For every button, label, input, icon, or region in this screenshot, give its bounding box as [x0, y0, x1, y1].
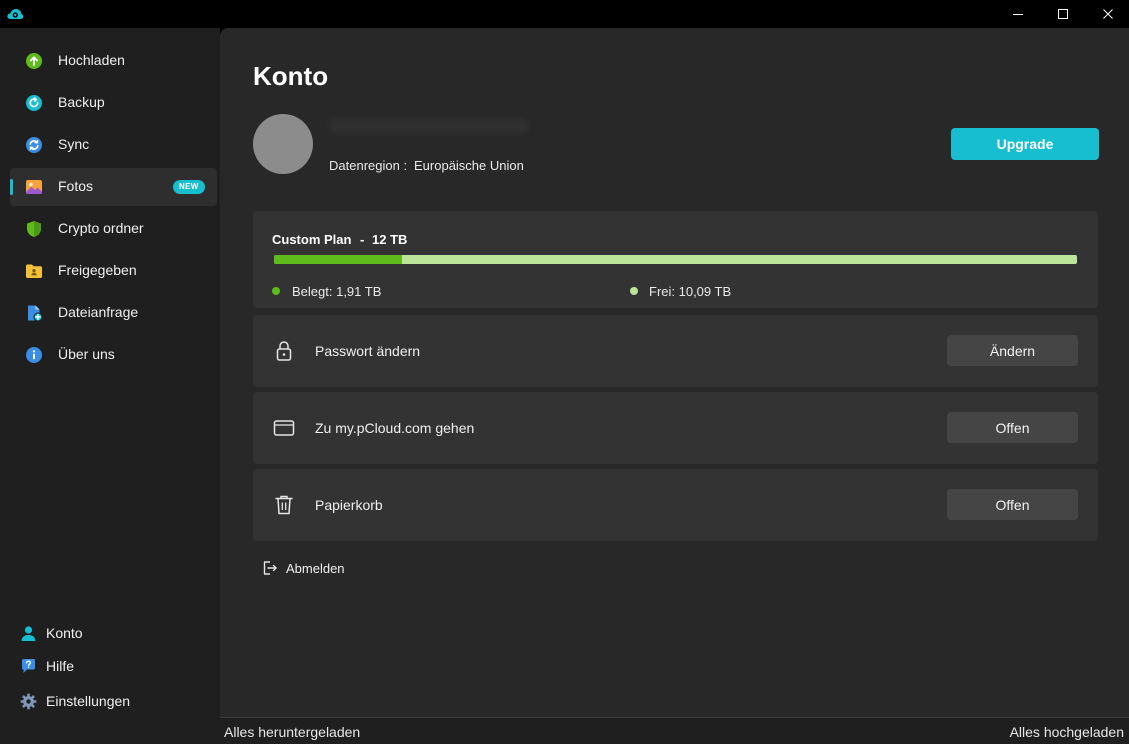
action-label: Papierkorb: [315, 497, 383, 513]
download-status: Alles heruntergeladen: [224, 724, 361, 740]
active-indicator: [10, 179, 13, 195]
sidebar-item-crypto[interactable]: Crypto ordner: [10, 210, 217, 248]
lock-icon: [273, 340, 295, 362]
storage-used-fill: [274, 255, 402, 264]
minimize-button[interactable]: [995, 0, 1041, 28]
trash-row: Papierkorb Offen: [253, 469, 1098, 541]
action-label: Zu my.pCloud.com gehen: [315, 420, 475, 436]
sidebar-item-fotos[interactable]: Fotos NEW: [10, 168, 217, 206]
close-button[interactable]: [1085, 0, 1129, 28]
sidebar-item-backup[interactable]: Backup: [10, 84, 217, 122]
avatar: [253, 114, 313, 174]
sidebar-item-label: Hilfe: [46, 658, 75, 674]
sidebar-item-label: Dateianfrage: [58, 304, 139, 320]
plan-separator: -: [360, 232, 365, 247]
plan-size: 12 TB: [372, 232, 408, 247]
account-panel: Konto Datenregion : Europäische Union Up…: [220, 28, 1129, 717]
gear-icon: [20, 693, 37, 710]
sidebar: Hochladen Backup Sync Fotos NEW Crypto o…: [0, 28, 220, 744]
user-name-redacted: [329, 118, 529, 134]
sidebar-item-label: Konto: [46, 625, 83, 641]
info-icon: [26, 347, 42, 363]
sidebar-item-label: Crypto ordner: [58, 220, 144, 236]
sidebar-item-label: Über uns: [58, 346, 115, 362]
upgrade-button[interactable]: Upgrade: [951, 128, 1099, 160]
open-web-row: Zu my.pCloud.com gehen Offen: [253, 392, 1098, 464]
backup-icon: [26, 95, 42, 111]
help-icon: [20, 658, 37, 675]
region-value: Europäische Union: [414, 158, 524, 173]
sidebar-item-einstellungen[interactable]: Einstellungen: [20, 689, 130, 713]
change-password-row: Passwort ändern Ändern: [253, 315, 1098, 387]
region-label: Datenregion :: [329, 158, 408, 173]
new-badge: NEW: [173, 180, 205, 194]
free-legend-dot: [630, 287, 638, 295]
close-icon: [1103, 9, 1113, 19]
sidebar-item-label: Freigegeben: [58, 262, 137, 278]
used-legend-dot: [272, 287, 280, 295]
photos-icon: [26, 180, 42, 194]
shield-icon: [27, 221, 41, 237]
minimize-icon: [1013, 14, 1023, 15]
open-web-button[interactable]: Offen: [947, 412, 1078, 443]
logout-icon: [263, 561, 277, 575]
storage-bar: [274, 255, 1077, 264]
sidebar-item-label: Hochladen: [58, 52, 125, 68]
sidebar-item-label: Einstellungen: [46, 693, 131, 709]
sidebar-item-label: Backup: [58, 94, 105, 110]
sidebar-item-ueber-uns[interactable]: Über uns: [10, 336, 217, 374]
action-label: Passwort ändern: [315, 343, 421, 359]
sidebar-item-label: Sync: [58, 136, 90, 152]
used-storage-label: Belegt: 1,91 TB: [292, 284, 382, 299]
upload-status: Alles hochgeladen: [1009, 724, 1124, 740]
sidebar-item-konto[interactable]: Konto: [20, 621, 83, 645]
logout-label: Abmelden: [286, 560, 345, 576]
sidebar-item-sync[interactable]: Sync: [10, 126, 217, 164]
file-request-icon: [28, 305, 43, 322]
free-storage-label: Frei: 10,09 TB: [649, 284, 732, 299]
sidebar-item-label: Fotos: [58, 178, 94, 194]
sync-icon: [26, 137, 42, 153]
shared-folder-icon: [26, 264, 42, 278]
plan-card: Custom Plan - 12 TB Belegt: 1,91 TB Frei…: [253, 211, 1098, 308]
upload-icon: [26, 53, 42, 69]
page-title: Konto: [253, 61, 329, 91]
title-bar: [0, 0, 1129, 28]
maximize-button[interactable]: [1040, 0, 1086, 28]
open-trash-button[interactable]: Offen: [947, 489, 1078, 520]
sidebar-item-dateianfrage[interactable]: Dateianfrage: [10, 294, 217, 332]
maximize-icon: [1058, 9, 1068, 19]
browser-window-icon: [273, 417, 295, 439]
user-icon: [20, 625, 37, 642]
status-bar: Alles heruntergeladen Alles hochgeladen: [220, 717, 1129, 744]
plan-name: Custom Plan: [272, 232, 352, 247]
sidebar-item-hilfe[interactable]: Hilfe: [20, 654, 74, 678]
logout-button[interactable]: Abmelden: [262, 559, 345, 577]
sidebar-item-hochladen[interactable]: Hochladen: [10, 42, 217, 80]
pcloud-logo-icon: [7, 9, 24, 19]
change-password-button[interactable]: Ändern: [947, 335, 1078, 366]
sidebar-item-freigegeben[interactable]: Freigegeben: [10, 252, 217, 290]
trash-icon: [273, 494, 295, 516]
